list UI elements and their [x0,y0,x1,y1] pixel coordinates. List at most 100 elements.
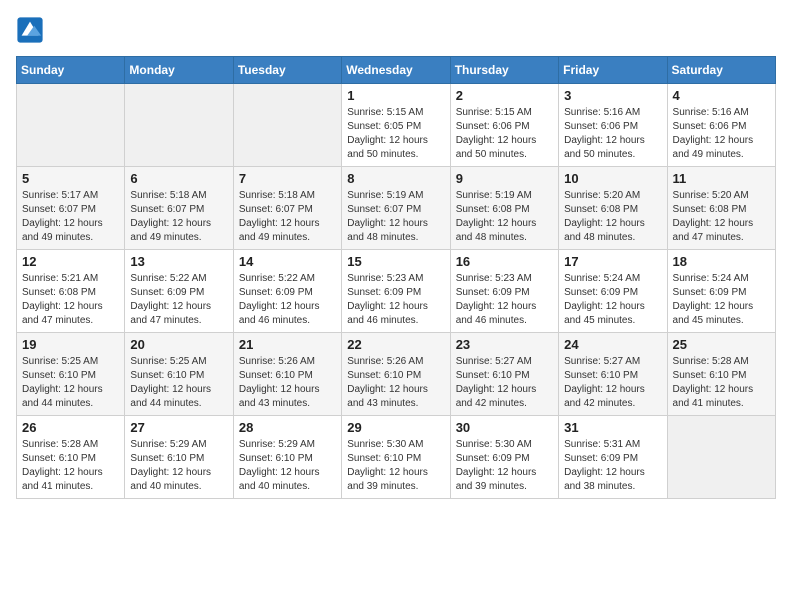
day-cell: 3 Sunrise: 5:16 AM Sunset: 6:06 PM Daylig… [559,84,667,167]
day-cell: 12 Sunrise: 5:21 AM Sunset: 6:08 PM Dayli… [17,250,125,333]
day-info: Sunrise: 5:23 AM Sunset: 6:09 PM Dayligh… [347,272,444,328]
day-info: Sunrise: 5:18 AM Sunset: 6:07 PM Dayligh… [130,189,227,245]
day-info: Sunrise: 5:16 AM Sunset: 6:06 PM Dayligh… [673,106,770,162]
day-cell: 27 Sunrise: 5:29 AM Sunset: 6:10 PM Dayli… [125,416,233,499]
day-number: 25 [673,337,770,352]
header-tuesday: Tuesday [233,57,341,84]
day-number: 7 [239,171,336,186]
day-info: Sunrise: 5:31 AM Sunset: 6:09 PM Dayligh… [564,438,661,494]
header-friday: Friday [559,57,667,84]
day-number: 27 [130,420,227,435]
day-cell: 9Sunrise: 5:19 AM Sunset: 6:08 PM Daylig… [450,167,558,250]
header-sunday: Sunday [17,57,125,84]
day-cell [17,84,125,167]
day-info: Sunrise: 5:16 AM Sunset: 6:06 PM Dayligh… [564,106,661,162]
day-number: 2 [456,88,553,103]
day-cell: 18 Sunrise: 5:24 AM Sunset: 6:09 PM Dayli… [667,250,775,333]
day-cell: 1Sunrise: 5:15 AM Sunset: 6:05 PM Daylig… [342,84,450,167]
day-number: 31 [564,420,661,435]
day-info: Sunrise: 5:15 AM Sunset: 6:06 PM Dayligh… [456,106,553,162]
day-cell: 5 Sunrise: 5:17 AM Sunset: 6:07 PM Daylig… [17,167,125,250]
day-info: Sunrise: 5:22 AM Sunset: 6:09 PM Dayligh… [130,272,227,328]
day-number: 12 [22,254,119,269]
day-cell [125,84,233,167]
day-number: 23 [456,337,553,352]
day-cell: 15 Sunrise: 5:23 AM Sunset: 6:09 PM Dayli… [342,250,450,333]
day-cell: 31 Sunrise: 5:31 AM Sunset: 6:09 PM Dayli… [559,416,667,499]
day-number: 15 [347,254,444,269]
day-cell: 22Sunrise: 5:26 AM Sunset: 6:10 PM Dayli… [342,333,450,416]
day-cell: 13 Sunrise: 5:22 AM Sunset: 6:09 PM Dayli… [125,250,233,333]
day-cell: 20Sunrise: 5:25 AM Sunset: 6:10 PM Dayli… [125,333,233,416]
day-info: Sunrise: 5:25 AM Sunset: 6:10 PM Dayligh… [130,355,227,411]
day-info: Sunrise: 5:29 AM Sunset: 6:10 PM Dayligh… [130,438,227,494]
day-info: Sunrise: 5:22 AM Sunset: 6:09 PM Dayligh… [239,272,336,328]
day-cell: 16Sunrise: 5:23 AM Sunset: 6:09 PM Dayli… [450,250,558,333]
day-cell [667,416,775,499]
day-number: 4 [673,88,770,103]
day-cell: 26Sunrise: 5:28 AM Sunset: 6:10 PM Dayli… [17,416,125,499]
day-cell: 17 Sunrise: 5:24 AM Sunset: 6:09 PM Dayli… [559,250,667,333]
day-info: Sunrise: 5:19 AM Sunset: 6:08 PM Dayligh… [456,189,553,245]
day-number: 17 [564,254,661,269]
day-number: 14 [239,254,336,269]
day-number: 6 [130,171,227,186]
page-header [16,16,776,44]
week-row-3: 12 Sunrise: 5:21 AM Sunset: 6:08 PM Dayli… [17,250,776,333]
day-number: 21 [239,337,336,352]
day-number: 18 [673,254,770,269]
day-info: Sunrise: 5:28 AM Sunset: 6:10 PM Dayligh… [673,355,770,411]
day-info: Sunrise: 5:17 AM Sunset: 6:07 PM Dayligh… [22,189,119,245]
week-row-4: 19 Sunrise: 5:25 AM Sunset: 6:10 PM Dayli… [17,333,776,416]
day-cell: 8 Sunrise: 5:19 AM Sunset: 6:07 PM Daylig… [342,167,450,250]
day-cell: 14 Sunrise: 5:22 AM Sunset: 6:09 PM Dayli… [233,250,341,333]
day-cell: 4 Sunrise: 5:16 AM Sunset: 6:06 PM Daylig… [667,84,775,167]
day-info: Sunrise: 5:27 AM Sunset: 6:10 PM Dayligh… [564,355,661,411]
day-number: 3 [564,88,661,103]
day-info: Sunrise: 5:20 AM Sunset: 6:08 PM Dayligh… [673,189,770,245]
day-number: 5 [22,171,119,186]
day-cell: 2 Sunrise: 5:15 AM Sunset: 6:06 PM Daylig… [450,84,558,167]
day-cell: 23 Sunrise: 5:27 AM Sunset: 6:10 PM Dayli… [450,333,558,416]
day-number: 28 [239,420,336,435]
day-info: Sunrise: 5:15 AM Sunset: 6:05 PM Dayligh… [347,106,444,162]
calendar-body: 1Sunrise: 5:15 AM Sunset: 6:05 PM Daylig… [17,84,776,499]
day-info: Sunrise: 5:29 AM Sunset: 6:10 PM Dayligh… [239,438,336,494]
day-info: Sunrise: 5:28 AM Sunset: 6:10 PM Dayligh… [22,438,119,494]
day-number: 22 [347,337,444,352]
day-cell: 7 Sunrise: 5:18 AM Sunset: 6:07 PM Daylig… [233,167,341,250]
day-cell: 10 Sunrise: 5:20 AM Sunset: 6:08 PM Dayli… [559,167,667,250]
day-info: Sunrise: 5:27 AM Sunset: 6:10 PM Dayligh… [456,355,553,411]
day-cell: 29 Sunrise: 5:30 AM Sunset: 6:10 PM Dayli… [342,416,450,499]
day-number: 13 [130,254,227,269]
logo [16,16,48,44]
day-info: Sunrise: 5:24 AM Sunset: 6:09 PM Dayligh… [564,272,661,328]
day-number: 19 [22,337,119,352]
day-info: Sunrise: 5:20 AM Sunset: 6:08 PM Dayligh… [564,189,661,245]
day-number: 10 [564,171,661,186]
day-cell: 6 Sunrise: 5:18 AM Sunset: 6:07 PM Daylig… [125,167,233,250]
header-wednesday: Wednesday [342,57,450,84]
day-number: 29 [347,420,444,435]
day-info: Sunrise: 5:25 AM Sunset: 6:10 PM Dayligh… [22,355,119,411]
day-cell: 21Sunrise: 5:26 AM Sunset: 6:10 PM Dayli… [233,333,341,416]
day-cell: 11Sunrise: 5:20 AM Sunset: 6:08 PM Dayli… [667,167,775,250]
day-info: Sunrise: 5:30 AM Sunset: 6:09 PM Dayligh… [456,438,553,494]
header-thursday: Thursday [450,57,558,84]
day-info: Sunrise: 5:30 AM Sunset: 6:10 PM Dayligh… [347,438,444,494]
week-row-2: 5 Sunrise: 5:17 AM Sunset: 6:07 PM Daylig… [17,167,776,250]
week-row-1: 1Sunrise: 5:15 AM Sunset: 6:05 PM Daylig… [17,84,776,167]
days-header-row: Sunday Monday Tuesday Wednesday Thursday… [17,57,776,84]
day-info: Sunrise: 5:21 AM Sunset: 6:08 PM Dayligh… [22,272,119,328]
day-info: Sunrise: 5:23 AM Sunset: 6:09 PM Dayligh… [456,272,553,328]
day-info: Sunrise: 5:18 AM Sunset: 6:07 PM Dayligh… [239,189,336,245]
day-number: 8 [347,171,444,186]
header-saturday: Saturday [667,57,775,84]
day-info: Sunrise: 5:19 AM Sunset: 6:07 PM Dayligh… [347,189,444,245]
day-cell: 25 Sunrise: 5:28 AM Sunset: 6:10 PM Dayli… [667,333,775,416]
day-cell: 19 Sunrise: 5:25 AM Sunset: 6:10 PM Dayli… [17,333,125,416]
day-cell: 28 Sunrise: 5:29 AM Sunset: 6:10 PM Dayli… [233,416,341,499]
day-info: Sunrise: 5:24 AM Sunset: 6:09 PM Dayligh… [673,272,770,328]
calendar-table: Sunday Monday Tuesday Wednesday Thursday… [16,56,776,499]
day-number: 24 [564,337,661,352]
